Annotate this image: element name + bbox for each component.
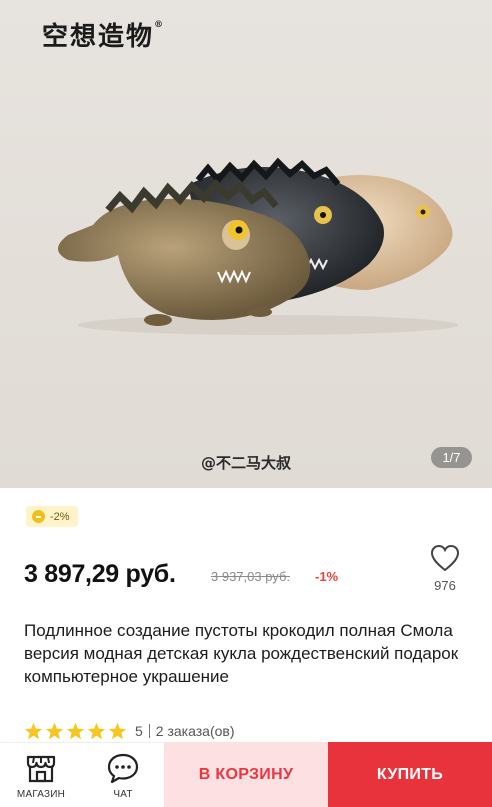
orders-count: 2 заказа(ов): [155, 723, 235, 739]
wishlist-count: 976: [434, 578, 456, 593]
image-watermark: @不二马大叔: [200, 454, 291, 472]
wishlist-button[interactable]: 976: [426, 544, 464, 593]
store-button[interactable]: МАГАЗИН: [0, 742, 82, 807]
chat-button[interactable]: ЧАТ: [82, 742, 164, 807]
price-discount: -1%: [315, 569, 339, 584]
product-title: Подлинное создание пустоты крокодил полн…: [24, 621, 459, 686]
add-to-cart-button[interactable]: В КОРЗИНУ: [164, 742, 328, 807]
chat-icon: [107, 753, 139, 784]
buy-now-button[interactable]: КУПИТЬ: [328, 742, 492, 807]
store-label: МАГАЗИН: [16, 789, 66, 800]
chat-label: ЧАТ: [113, 789, 133, 800]
star-icon: [66, 722, 85, 740]
old-price: 3 937,03 руб.: [211, 569, 291, 584]
star-icon: [87, 722, 106, 740]
star-icon: [108, 722, 127, 740]
product-image-gallery[interactable]: 空想造物® @不二马大叔 1/7: [0, 0, 492, 488]
rating-row[interactable]: 5 2 заказа(ов): [24, 719, 235, 743]
star-icon: [24, 722, 43, 740]
heart-icon: [430, 544, 460, 572]
coin-icon: [32, 510, 45, 523]
crocodile-figurines-image: [58, 157, 458, 335]
star-icon: [45, 722, 64, 740]
image-counter: 1/7: [431, 447, 472, 468]
current-price: 3 897,29 руб.: [24, 560, 176, 588]
brand-logo: 空想造物®: [42, 20, 164, 52]
rating-divider: [148, 724, 150, 738]
coin-discount-value: -2%: [50, 510, 70, 523]
bottom-action-bar: МАГАЗИН ЧАТ В КОРЗИНУ КУПИТЬ: [0, 742, 492, 807]
coin-discount-badge[interactable]: -2%: [26, 506, 78, 527]
store-icon: [26, 755, 56, 783]
rating-stars: [24, 722, 127, 740]
rating-score: 5: [135, 723, 143, 739]
